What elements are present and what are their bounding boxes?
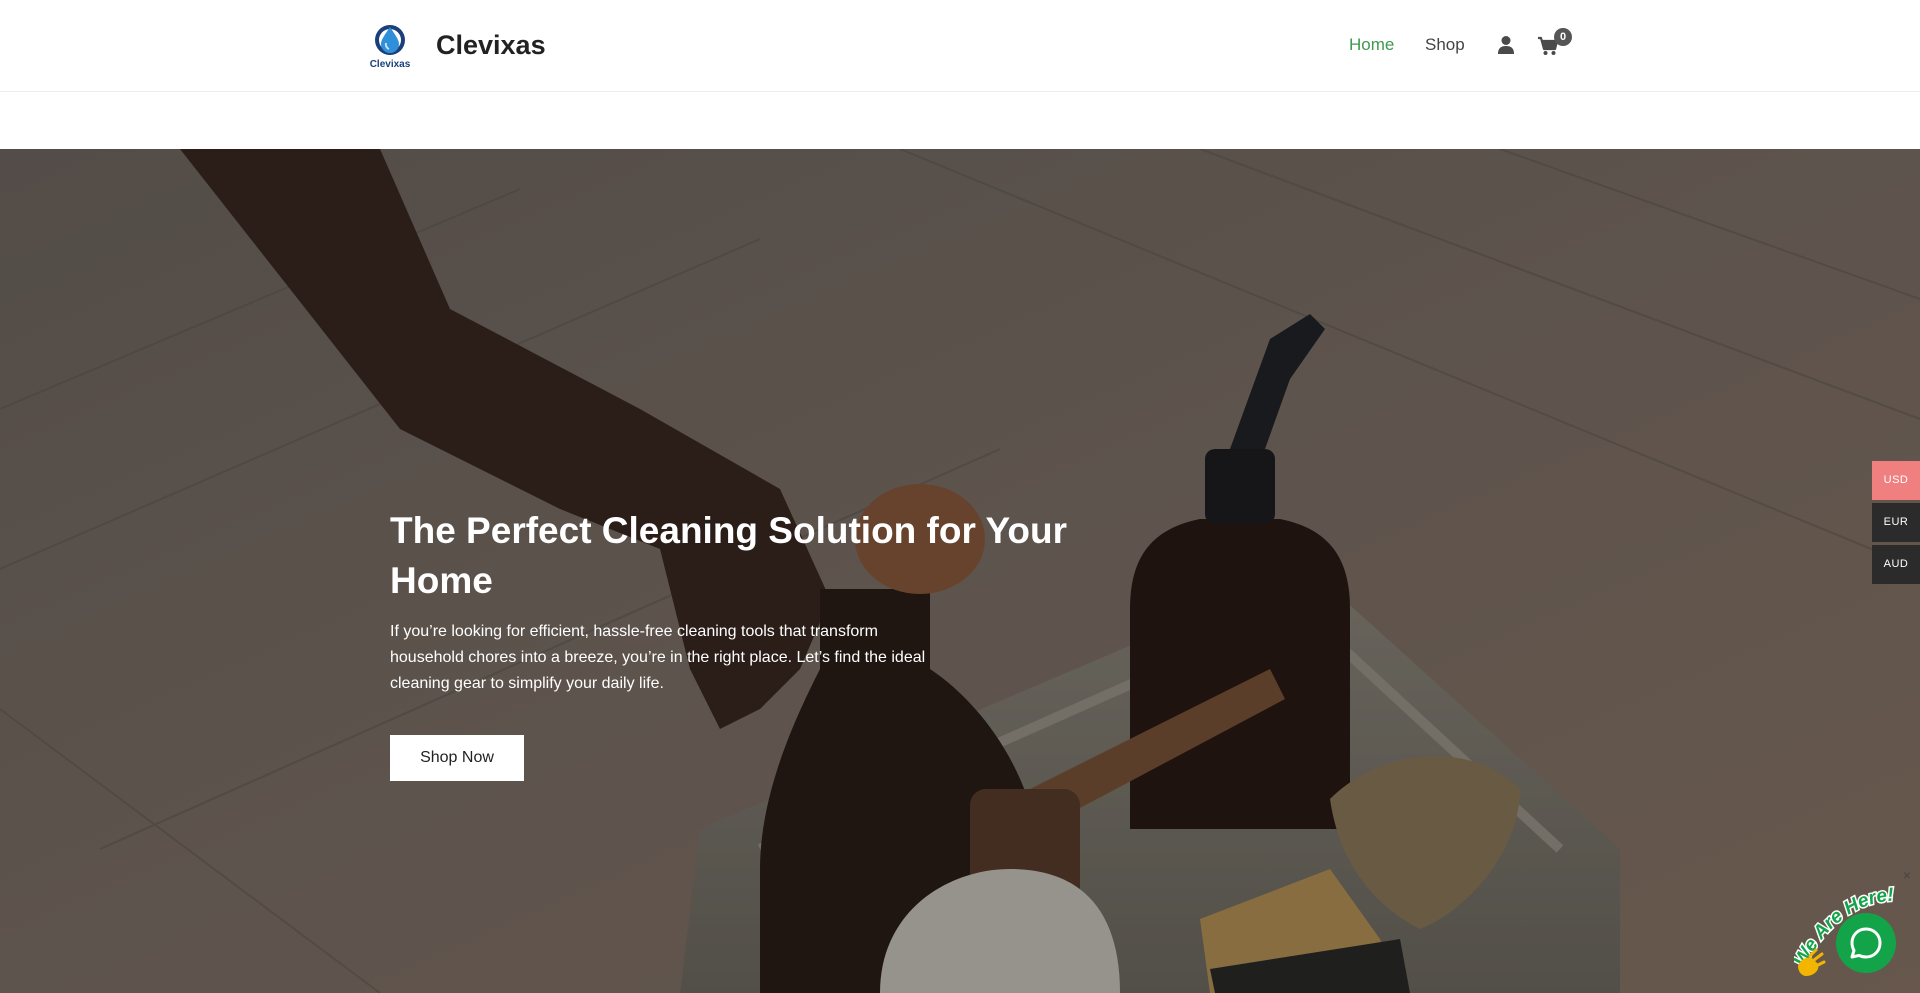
- user-icon[interactable]: [1497, 35, 1515, 55]
- brand-name[interactable]: Clevixas: [436, 28, 546, 62]
- nav-home[interactable]: Home: [1349, 34, 1394, 56]
- currency-eur[interactable]: EUR: [1872, 503, 1920, 542]
- nav-shop[interactable]: Shop: [1425, 34, 1465, 56]
- hero-banner: The Perfect Cleaning Solution for Your H…: [0, 149, 1920, 993]
- hero-description: If you’re looking for efficient, hassle-…: [390, 623, 926, 692]
- currency-usd[interactable]: USD: [1872, 461, 1920, 500]
- logo-text: Clevixas: [370, 59, 411, 70]
- currency-aud[interactable]: AUD: [1872, 545, 1920, 584]
- site-header: Clevixas Clevixas Home Shop 0: [0, 0, 1920, 92]
- hero-title: The Perfect Cleaning Solution for Your H…: [390, 510, 1068, 601]
- chat-icon: [1850, 927, 1882, 959]
- shop-now-button[interactable]: Shop Now: [390, 735, 524, 781]
- chat-button[interactable]: [1836, 913, 1896, 973]
- cart-count-badge[interactable]: 0: [1554, 28, 1572, 46]
- logo-icon[interactable]: Clevixas: [366, 22, 414, 70]
